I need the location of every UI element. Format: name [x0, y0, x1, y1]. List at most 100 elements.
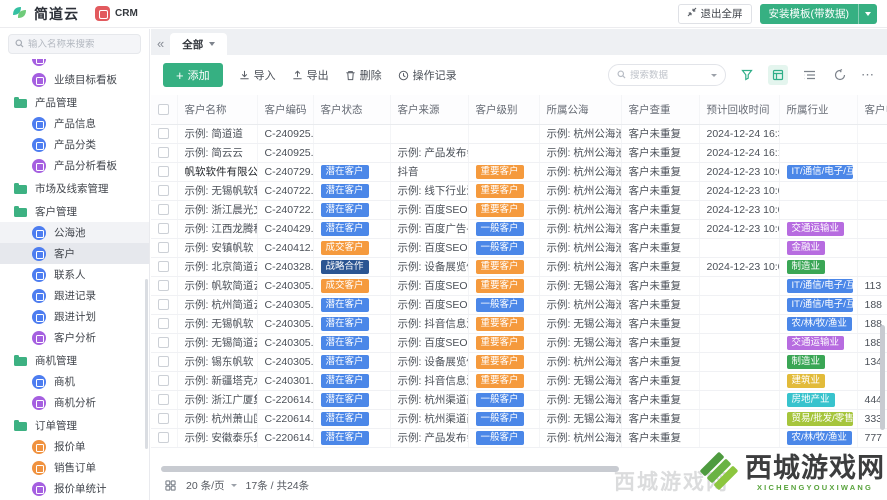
- tab-all[interactable]: 全部: [170, 33, 228, 55]
- row-checkbox[interactable]: [158, 280, 169, 292]
- sidebar-item-8[interactable]: 公海池: [0, 222, 149, 243]
- row-checkbox[interactable]: [158, 356, 169, 368]
- cell-level: 重要客户: [468, 181, 540, 201]
- col-header-cb[interactable]: [151, 95, 178, 125]
- table-search[interactable]: [608, 64, 726, 86]
- col-header-dup[interactable]: 客户查重: [621, 95, 700, 125]
- row-checkbox[interactable]: [158, 394, 169, 406]
- col-header-phone[interactable]: 客户电话: [857, 95, 887, 125]
- sidebar-item-13[interactable]: 客户分析: [0, 327, 149, 348]
- operation-log-button[interactable]: 操作记录: [398, 67, 457, 83]
- sidebar-item-4[interactable]: 产品分类: [0, 134, 149, 155]
- hierarchy-icon[interactable]: [799, 65, 819, 85]
- table-row-2[interactable]: 帆软软件有限公司C-240729.. 潜在客户 抖音重要客户示例: 杭州公海池客户未…: [151, 162, 887, 182]
- table-row-6[interactable]: 示例: 安镇帆软 C-240412.. 成交客户 示例: 百度SEO 一般客户 示例: 杭…: [151, 238, 887, 258]
- sidebar-search[interactable]: [8, 34, 141, 54]
- sidebar-item-14[interactable]: 商机管理: [0, 350, 149, 371]
- row-checkbox[interactable]: [158, 242, 169, 254]
- sidebar-item-18[interactable]: 报价单: [0, 436, 149, 457]
- row-checkbox[interactable]: [158, 147, 169, 159]
- sidebar-item-12[interactable]: 跟进计划: [0, 306, 149, 327]
- table-row-5[interactable]: 示例: 江西龙腾科..C-240429.. 潜在客户 示例: 百度广告-SEM 一般客…: [151, 219, 887, 239]
- row-checkbox[interactable]: [158, 185, 169, 197]
- table-row-0[interactable]: 示例: 简道道 C-240925.. 示例: 杭州公海池 客户未重复 2024-12-2…: [151, 124, 887, 144]
- col-header-status[interactable]: 客户状态: [313, 95, 391, 125]
- cell-level: 一般客户: [468, 219, 540, 239]
- delete-button[interactable]: 删除: [345, 67, 382, 83]
- col-header-level[interactable]: 客户级别: [468, 95, 540, 125]
- cell-level: 重要客户: [468, 352, 540, 372]
- import-button[interactable]: 导入: [239, 67, 276, 83]
- col-header-code[interactable]: 客户编码: [257, 95, 314, 125]
- row-checkbox[interactable]: [158, 223, 169, 235]
- refresh-icon[interactable]: [830, 65, 850, 85]
- sidebar-item-15[interactable]: 商机: [0, 371, 149, 392]
- col-header-source[interactable]: 客户来源: [390, 95, 469, 125]
- col-header-pool[interactable]: 所属公海: [539, 95, 622, 125]
- sidebar-item-7[interactable]: 客户管理: [0, 201, 149, 222]
- select-all-checkbox[interactable]: [158, 103, 169, 115]
- row-checkbox[interactable]: [158, 375, 169, 387]
- sidebar-item-10[interactable]: 联系人: [0, 264, 149, 285]
- table-row-11[interactable]: 示例: 无锡简道云 C-240305.. 潜在客户 示例: 百度SEO 重要客户 示例: …: [151, 333, 887, 353]
- table-row-13[interactable]: 示例: 新疆塔克水..C-240301.. 潜在客户 示例: 抖音信息流重要客户示例…: [151, 371, 887, 391]
- table-row-3[interactable]: 示例: 无锡帆软软件C-240722.. 潜在客户 示例: 线下行业沙龙重要客户示例…: [151, 181, 887, 201]
- table-row-16[interactable]: 示例: 安徽泰乐集团C-220614.. 潜在客户 示例: 产品发布会.. 一般客户示…: [151, 428, 887, 448]
- row-checkbox[interactable]: [158, 413, 169, 425]
- table-view-icon[interactable]: [768, 65, 788, 85]
- sidebar-search-input[interactable]: [28, 38, 134, 50]
- export-button[interactable]: 导出: [292, 67, 329, 83]
- sidebar-scrollbar[interactable]: [145, 279, 148, 449]
- row-checkbox[interactable]: [158, 318, 169, 330]
- col-header-time[interactable]: 预计回收时间: [699, 95, 780, 125]
- row-checkbox[interactable]: [158, 166, 169, 178]
- row-checkbox[interactable]: [158, 337, 169, 349]
- sidebar-item-6[interactable]: 市场及线索管理: [0, 178, 149, 199]
- sidebar-item-17[interactable]: 订单管理: [0, 415, 149, 436]
- table-row-7[interactable]: 示例: 北京简道云..C-240328.. 战略合作 示例: 设备展览促.. 重要客户…: [151, 257, 887, 277]
- sidebar-item-0[interactable]: [0, 59, 149, 69]
- table-row-14[interactable]: 示例: 浙江广厦集团C-220614.. 潜在客户 示例: 杭州渠道商.. 一般客户示…: [151, 390, 887, 410]
- filter-icon[interactable]: [737, 65, 757, 85]
- col-header-name[interactable]: 客户名称: [177, 95, 258, 125]
- cell-phone: [857, 162, 887, 182]
- row-checkbox[interactable]: [158, 432, 169, 444]
- sidebar-item-9[interactable]: 客户: [0, 243, 149, 264]
- row-checkbox[interactable]: [158, 299, 169, 311]
- sidebar-item-5[interactable]: 产品分析看板: [0, 155, 149, 176]
- row-checkbox[interactable]: [158, 128, 169, 140]
- cell-status: 潜在客户: [313, 390, 391, 410]
- col-header-industry[interactable]: 所属行业: [779, 95, 858, 125]
- chevron-down-icon[interactable]: [859, 12, 877, 16]
- sidebar-item-20[interactable]: 报价单统计: [0, 478, 149, 499]
- sidebar-item-16[interactable]: 商机分析: [0, 392, 149, 413]
- row-checkbox[interactable]: [158, 261, 169, 273]
- install-template-button[interactable]: 安装模板(带数据): [759, 3, 877, 24]
- sidebar-item-11[interactable]: 跟进记录: [0, 285, 149, 306]
- table-search-input[interactable]: [630, 69, 707, 81]
- sidebar-item-3[interactable]: 产品信息: [0, 113, 149, 134]
- page-size-select[interactable]: 20 条/页: [186, 478, 237, 493]
- add-button[interactable]: + 添加: [163, 63, 223, 87]
- jiandaoyun-logo[interactable]: 简道云: [10, 3, 79, 25]
- crm-app-badge[interactable]: CRM: [95, 6, 138, 21]
- exit-fullscreen-button[interactable]: 退出全屏: [677, 3, 752, 24]
- vertical-scrollbar[interactable]: [880, 325, 885, 430]
- cell-status: 潜在客户: [313, 162, 391, 182]
- table-row-1[interactable]: 示例: 简云云C-240925.. 示例: 产品发布会.. 示例: 杭州公海池客户未…: [151, 143, 887, 163]
- sidebar-item-1[interactable]: 业绩目标看板: [0, 69, 149, 90]
- table-row-4[interactable]: 示例: 浙江晨光文..C-240722.. 潜在客户 示例: 百度SEO 重要客户示例…: [151, 200, 887, 220]
- chevron-down-icon[interactable]: [711, 73, 717, 77]
- table-row-10[interactable]: 示例: 无锡帆软C-240305.. 潜在客户 示例: 抖音信息流重要客户示例: 无…: [151, 314, 887, 334]
- table-row-9[interactable]: 示例: 杭州简道云 C-240305.. 潜在客户 示例: 百度SEO 一般客户 示例: …: [151, 295, 887, 315]
- more-options-icon[interactable]: ⋯: [861, 67, 875, 83]
- sidebar-item-2[interactable]: 产品管理: [0, 92, 149, 113]
- collapse-sidebar-icon[interactable]: «: [157, 36, 164, 51]
- table-row-15[interactable]: 示例: 杭州萧山国..C-220614.. 潜在客户 示例: 杭州渠道商.. 一般客户…: [151, 409, 887, 429]
- row-checkbox[interactable]: [158, 204, 169, 216]
- table-row-12[interactable]: 示例: 锡东帆软C-240305.. 潜在客户 示例: 设备展览促.. 重要客户示例:…: [151, 352, 887, 372]
- horizontal-scrollbar[interactable]: [161, 466, 875, 472]
- table-row-8[interactable]: 示例: 帆软简道云 C-240305.. 成交客户 示例: 百度SEO 重要客户 示例: …: [151, 276, 887, 296]
- sidebar-item-19[interactable]: 销售订单: [0, 457, 149, 478]
- display-mode-icon[interactable]: [163, 479, 177, 493]
